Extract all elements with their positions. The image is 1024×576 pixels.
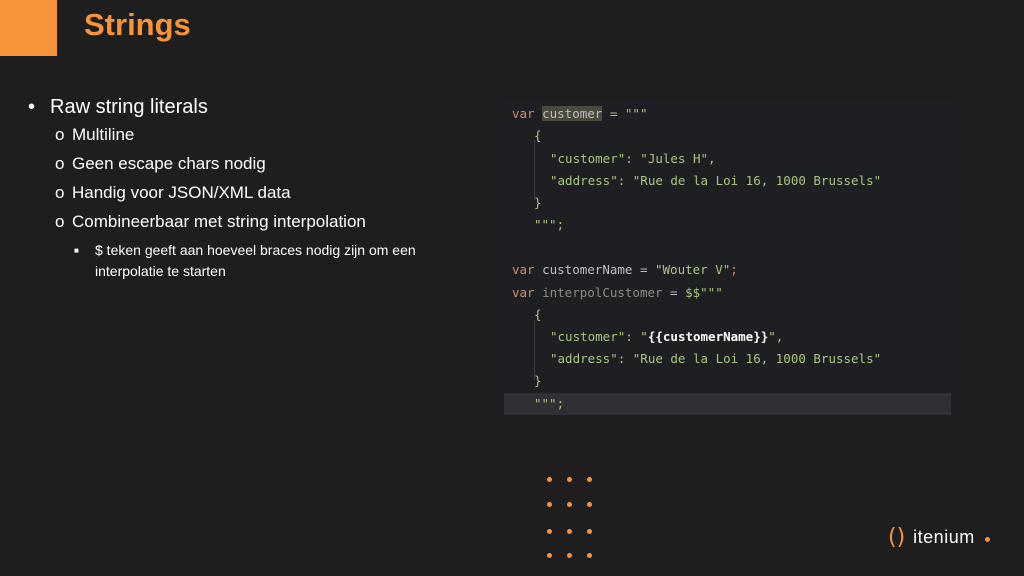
code-line-6: """; [534, 217, 565, 232]
current-line-highlight [504, 393, 951, 415]
code-line-1: var customer = """ [512, 106, 648, 121]
dot [587, 529, 592, 534]
code-line-5: } [534, 195, 542, 210]
code-line-3: "customer": "Jules H", [550, 151, 716, 166]
bullet-mark: o [55, 125, 65, 144]
bullet-interpolation: o Combineerbaar met string interpolation [28, 209, 478, 238]
indent-guide [534, 140, 535, 200]
dot [567, 553, 572, 558]
dot [567, 529, 572, 534]
bullet-text: $ teken geeft aan hoeveel braces nodig z… [95, 242, 416, 279]
dot [547, 502, 552, 507]
bullet-braces-note: ■ $ teken geeft aan hoeveel braces nodig… [28, 240, 478, 282]
dot [587, 553, 592, 558]
code-line-8: var interpolCustomer = $$""" [512, 285, 723, 300]
bullet-text: Multiline [72, 125, 135, 144]
decorative-dot-grid [545, 474, 605, 564]
logo-text: itenium [913, 526, 975, 547]
code-snippet: var customer = """ { "customer": "Jules … [504, 100, 951, 416]
code-line-10: "customer": "{{customerName}}", [550, 329, 784, 344]
dot [567, 477, 572, 482]
code-line-7: var customerName = "Wouter V"; [512, 262, 738, 277]
code-line-4: "address": "Rue de la Loi 16, 1000 Bruss… [550, 173, 882, 188]
logo-dot [984, 536, 990, 542]
bullet-json-xml: o Handig voor JSON/XML data [28, 180, 478, 209]
highlighted-identifier: customer [542, 106, 603, 121]
code-line-2: { [534, 128, 542, 143]
bullet-mark: o [55, 212, 65, 231]
code-line-13: """; [534, 396, 565, 411]
bullet-text: Handig voor JSON/XML data [72, 183, 291, 202]
bullet-escape-chars: o Geen escape chars nodig [28, 151, 478, 180]
dot [547, 553, 552, 558]
bullet-mark: ■ [74, 246, 79, 255]
code-line-12: } [534, 373, 542, 388]
dot [587, 477, 592, 482]
slide-title: Strings [84, 7, 191, 42]
bullet-list: • Raw string literals o Multiline o Geen… [28, 94, 478, 282]
dot [547, 477, 552, 482]
bullet-multiline: o Multiline [28, 122, 478, 151]
code-line-11: "address": "Rue de la Loi 16, 1000 Bruss… [550, 351, 882, 366]
bullet-mark: o [55, 154, 65, 173]
dot [567, 502, 572, 507]
bullet-mark: • [28, 96, 36, 118]
code-line-9: { [534, 307, 542, 322]
bullet-text: Geen escape chars nodig [72, 154, 266, 173]
accent-block [0, 0, 57, 56]
itenium-logo: () itenium [888, 524, 990, 550]
dot [547, 529, 552, 534]
bullet-text: Combineerbaar met string interpolation [72, 212, 366, 231]
bullet-text: Raw string literals [50, 96, 208, 118]
bullet-mark: o [55, 183, 65, 202]
dot [587, 502, 592, 507]
bullet-raw-string-literals: • Raw string literals [28, 94, 478, 122]
logo-mark-icon: () [888, 524, 906, 550]
